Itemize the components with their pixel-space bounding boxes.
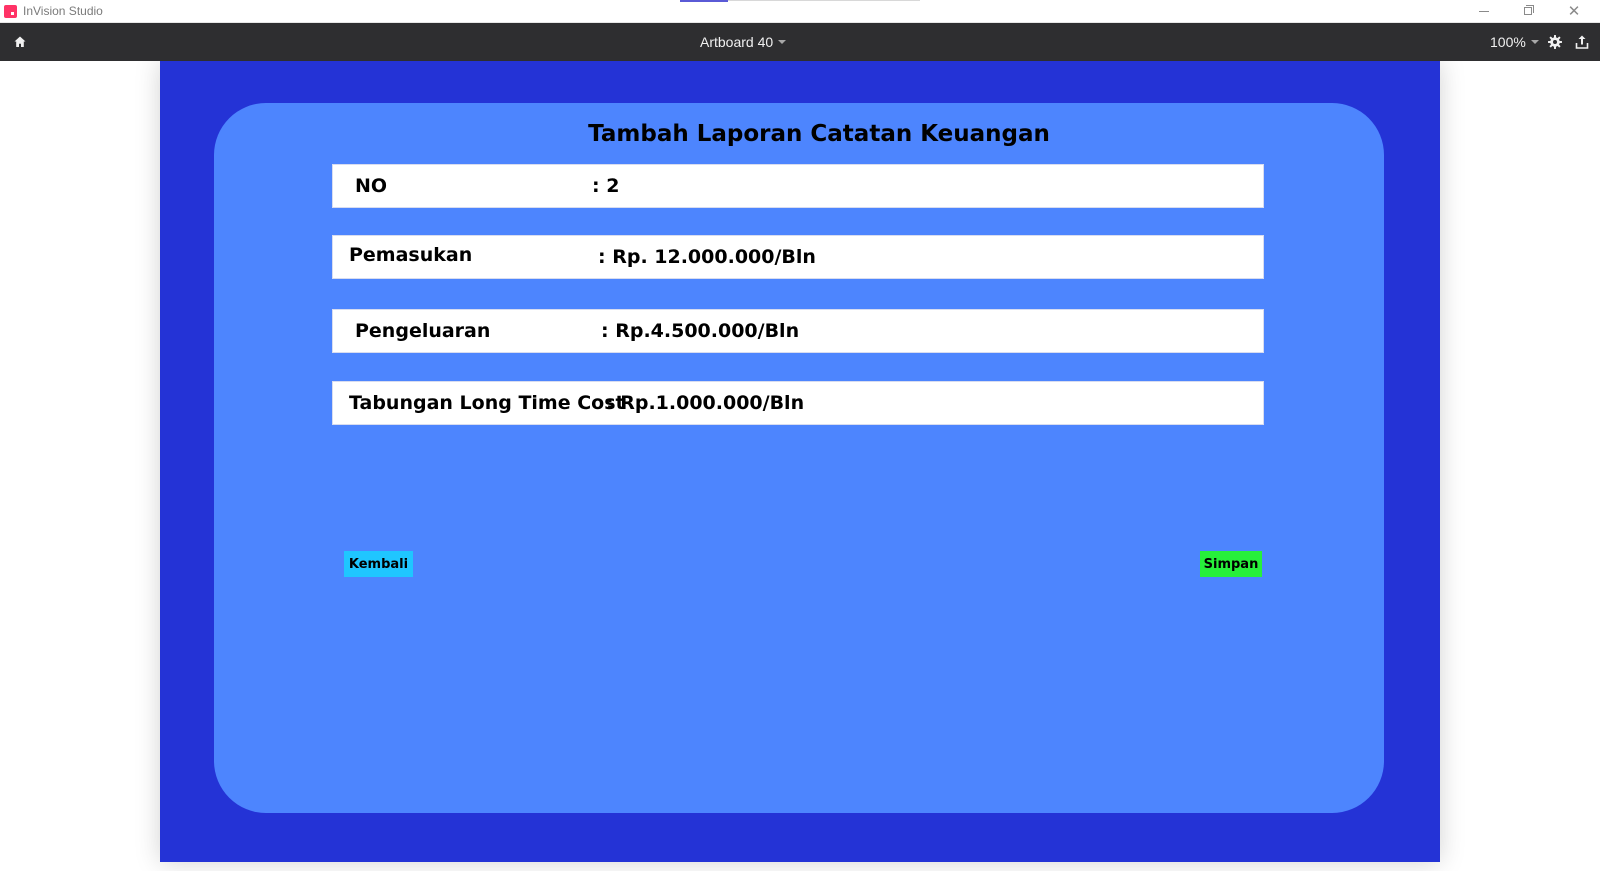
close-button[interactable]: ✕ <box>1552 0 1596 22</box>
share-icon[interactable] <box>1574 34 1590 50</box>
form-panel: Tambah Laporan Catatan Keuangan NO : 2 P… <box>214 103 1384 813</box>
title-tab-line <box>728 0 920 1</box>
form-title: Tambah Laporan Catatan Keuangan <box>588 121 1050 147</box>
chevron-down-icon <box>778 40 787 44</box>
zoom-selector[interactable]: 100% <box>1490 33 1539 51</box>
artboard-selector[interactable]: Artboard 40 <box>700 33 787 51</box>
back-button[interactable]: Kembali <box>344 551 413 577</box>
row-tabungan[interactable]: Tabungan Long Time Cost : Rp.1.000.000/B… <box>332 381 1264 425</box>
artboard-name: Artboard 40 <box>700 34 774 50</box>
app-title: InVision Studio <box>23 4 103 18</box>
gear-icon[interactable] <box>1547 34 1563 50</box>
restore-icon <box>1524 5 1534 15</box>
title-tab-indicator <box>680 0 728 2</box>
row-label: Pemasukan <box>349 244 473 266</box>
artboard: Tambah Laporan Catatan Keuangan NO : 2 P… <box>160 61 1440 862</box>
save-button[interactable]: Simpan <box>1200 551 1262 577</box>
zoom-level: 100% <box>1490 34 1526 50</box>
row-label: Tabungan Long Time Cost <box>349 392 625 414</box>
row-pengeluaran[interactable]: Pengeluaran : Rp.4.500.000/Bln <box>332 309 1264 353</box>
invision-logo-icon <box>4 5 17 18</box>
home-icon[interactable] <box>12 34 28 50</box>
minimize-icon <box>1479 10 1489 12</box>
window-titlebar: InVision Studio ✕ <box>0 0 1600 23</box>
toolbar: Artboard 40 100% <box>0 23 1600 61</box>
design-canvas: Tambah Laporan Catatan Keuangan NO : 2 P… <box>0 61 1600 871</box>
maximize-button[interactable] <box>1506 0 1550 22</box>
row-value: : Rp.4.500.000/Bln <box>601 320 800 342</box>
row-no[interactable]: NO : 2 <box>332 164 1264 208</box>
row-value: : Rp. 12.000.000/Bln <box>598 246 816 268</box>
row-value: : Rp.1.000.000/Bln <box>606 392 805 414</box>
minimize-button[interactable] <box>1462 0 1506 22</box>
row-label: Pengeluaran <box>355 320 491 342</box>
row-pemasukan[interactable]: Pemasukan : Rp. 12.000.000/Bln <box>332 235 1264 279</box>
close-icon: ✕ <box>1567 1 1581 20</box>
chevron-down-icon <box>1530 40 1539 44</box>
row-label: NO <box>355 175 388 197</box>
row-value: : 2 <box>592 175 620 197</box>
